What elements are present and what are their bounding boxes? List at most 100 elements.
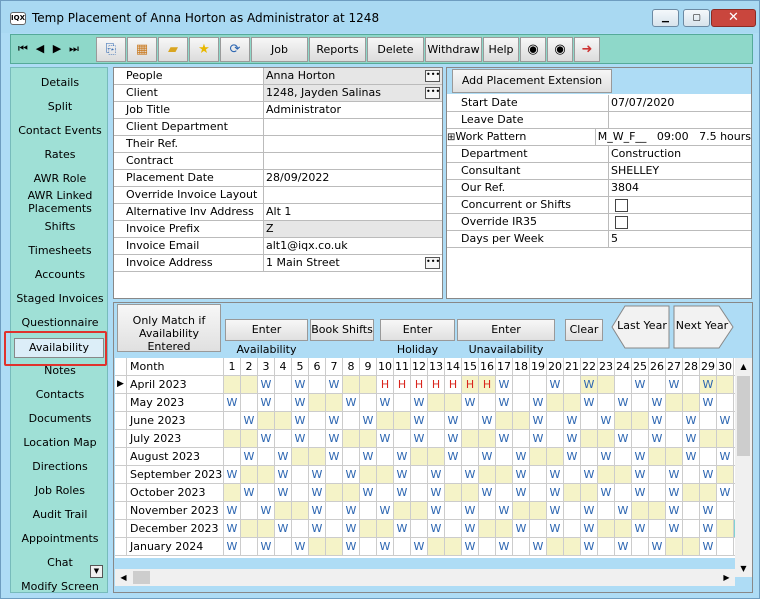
checkbox[interactable] bbox=[615, 199, 628, 212]
help-button[interactable]: Help bbox=[483, 36, 519, 62]
day-cell[interactable]: W bbox=[462, 502, 479, 520]
first-record-icon[interactable]: ⏮ bbox=[15, 38, 31, 60]
day-cell[interactable]: W bbox=[224, 538, 241, 556]
day-cell[interactable]: W bbox=[700, 394, 717, 412]
day-cell[interactable] bbox=[326, 538, 343, 556]
day-cell[interactable] bbox=[360, 466, 377, 484]
day-cell[interactable] bbox=[241, 538, 258, 556]
day-cell[interactable] bbox=[615, 520, 632, 538]
day-cell[interactable] bbox=[513, 394, 530, 412]
sidebar-item-staged-invoices[interactable]: Staged Invoices bbox=[11, 292, 107, 305]
day-cell[interactable]: W bbox=[343, 466, 360, 484]
detail-value[interactable]: Construction bbox=[609, 146, 751, 162]
exit-icon[interactable]: ➜ bbox=[574, 36, 600, 62]
day-cell[interactable]: W bbox=[649, 538, 666, 556]
day-cell[interactable] bbox=[666, 394, 683, 412]
month-cell[interactable]: June 2023 bbox=[127, 412, 224, 430]
day-cell[interactable] bbox=[513, 538, 530, 556]
day-cell[interactable]: W bbox=[360, 412, 377, 430]
day-cell[interactable] bbox=[632, 538, 649, 556]
sidebar-item-modify-screen[interactable]: Modify Screen bbox=[11, 580, 107, 592]
day-cell[interactable] bbox=[479, 394, 496, 412]
day-cell[interactable] bbox=[292, 484, 309, 502]
field-value[interactable] bbox=[264, 119, 442, 135]
day-cell[interactable] bbox=[513, 430, 530, 448]
sidebar-item-directions[interactable]: Directions bbox=[11, 460, 107, 473]
day-cell[interactable] bbox=[343, 412, 360, 430]
day-cell[interactable] bbox=[479, 466, 496, 484]
day-cell[interactable]: W bbox=[683, 448, 700, 466]
day-cell[interactable]: W bbox=[615, 430, 632, 448]
field-value[interactable]: Alt 1 bbox=[264, 204, 442, 220]
day-cell[interactable] bbox=[309, 538, 326, 556]
day-cell[interactable] bbox=[224, 448, 241, 466]
day-cell[interactable] bbox=[564, 502, 581, 520]
sidebar-item-timesheets[interactable]: Timesheets bbox=[11, 244, 107, 257]
add-placement-extension-button[interactable]: Add Placement Extension bbox=[452, 69, 612, 93]
day-cell[interactable] bbox=[394, 502, 411, 520]
day-cell[interactable]: W bbox=[666, 502, 683, 520]
day-cell[interactable]: W bbox=[411, 394, 428, 412]
day-cell[interactable] bbox=[615, 484, 632, 502]
day-cell[interactable]: W bbox=[343, 520, 360, 538]
day-cell[interactable] bbox=[428, 448, 445, 466]
day-cell[interactable] bbox=[632, 502, 649, 520]
day-cell[interactable]: W bbox=[224, 394, 241, 412]
day-cell[interactable] bbox=[241, 520, 258, 538]
day-cell[interactable]: W bbox=[581, 394, 598, 412]
day-cell[interactable]: W bbox=[445, 430, 462, 448]
day-cell[interactable]: W bbox=[700, 502, 717, 520]
day-cell[interactable]: W bbox=[343, 538, 360, 556]
enter-holiday-button[interactable]: Enter Holiday bbox=[380, 319, 455, 356]
day-cell[interactable]: W bbox=[445, 448, 462, 466]
sidebar-item-job-roles[interactable]: Job Roles bbox=[11, 484, 107, 497]
day-cell[interactable] bbox=[326, 394, 343, 412]
day-cell[interactable] bbox=[547, 538, 564, 556]
sidebar-item-appointments[interactable]: Appointments bbox=[11, 532, 107, 545]
close-button[interactable]: ✕ bbox=[711, 9, 756, 27]
field-value[interactable]: 28/09/2022 bbox=[264, 170, 442, 186]
field-value[interactable]: Administrator bbox=[264, 102, 442, 118]
day-cell[interactable]: H bbox=[479, 376, 496, 394]
vertical-scrollbar[interactable]: ▲ ▼ bbox=[735, 358, 752, 577]
month-cell[interactable]: January 2024 bbox=[127, 538, 224, 556]
day-cell[interactable]: W bbox=[479, 484, 496, 502]
day-cell[interactable]: W bbox=[564, 448, 581, 466]
day-cell[interactable]: W bbox=[292, 538, 309, 556]
sidebar-item-awr-linked[interactable]: AWR Linked Placements bbox=[11, 189, 107, 215]
day-cell[interactable]: W bbox=[530, 412, 547, 430]
day-cell[interactable]: W bbox=[326, 412, 343, 430]
day-cell[interactable]: W bbox=[564, 430, 581, 448]
day-cell[interactable]: W bbox=[547, 502, 564, 520]
day-cell[interactable]: W bbox=[258, 538, 275, 556]
day-cell[interactable]: W bbox=[360, 448, 377, 466]
day-cell[interactable]: W bbox=[615, 538, 632, 556]
day-cell[interactable]: W bbox=[632, 466, 649, 484]
day-cell[interactable]: W bbox=[683, 430, 700, 448]
day-cell[interactable]: W bbox=[428, 484, 445, 502]
month-cell[interactable]: September 2023 bbox=[127, 466, 224, 484]
day-cell[interactable]: W bbox=[598, 484, 615, 502]
day-cell[interactable] bbox=[326, 484, 343, 502]
detail-value[interactable]: M_W_F__ 09:00 7.5 hours bbox=[596, 129, 751, 145]
lookup-button[interactable]: ••• bbox=[425, 87, 440, 99]
reports-button[interactable]: Reports bbox=[309, 36, 366, 62]
day-cell[interactable] bbox=[530, 520, 547, 538]
day-cell[interactable] bbox=[598, 430, 615, 448]
day-cell[interactable] bbox=[581, 412, 598, 430]
day-cell[interactable] bbox=[564, 394, 581, 412]
month-cell[interactable]: May 2023 bbox=[127, 394, 224, 412]
day-cell[interactable] bbox=[666, 538, 683, 556]
day-cell[interactable]: W bbox=[224, 502, 241, 520]
day-cell[interactable] bbox=[343, 484, 360, 502]
field-value[interactable]: Z bbox=[264, 221, 442, 237]
day-cell[interactable]: W bbox=[547, 520, 564, 538]
day-cell[interactable]: W bbox=[632, 376, 649, 394]
enter-unavailability-button[interactable]: Enter Unavailability bbox=[457, 319, 555, 356]
scroll-down-icon[interactable]: ▼ bbox=[735, 560, 752, 577]
day-cell[interactable] bbox=[700, 430, 717, 448]
day-cell[interactable]: W bbox=[581, 502, 598, 520]
folder-icon[interactable]: ▰ bbox=[158, 36, 188, 62]
day-cell[interactable] bbox=[241, 502, 258, 520]
day-cell[interactable] bbox=[598, 376, 615, 394]
